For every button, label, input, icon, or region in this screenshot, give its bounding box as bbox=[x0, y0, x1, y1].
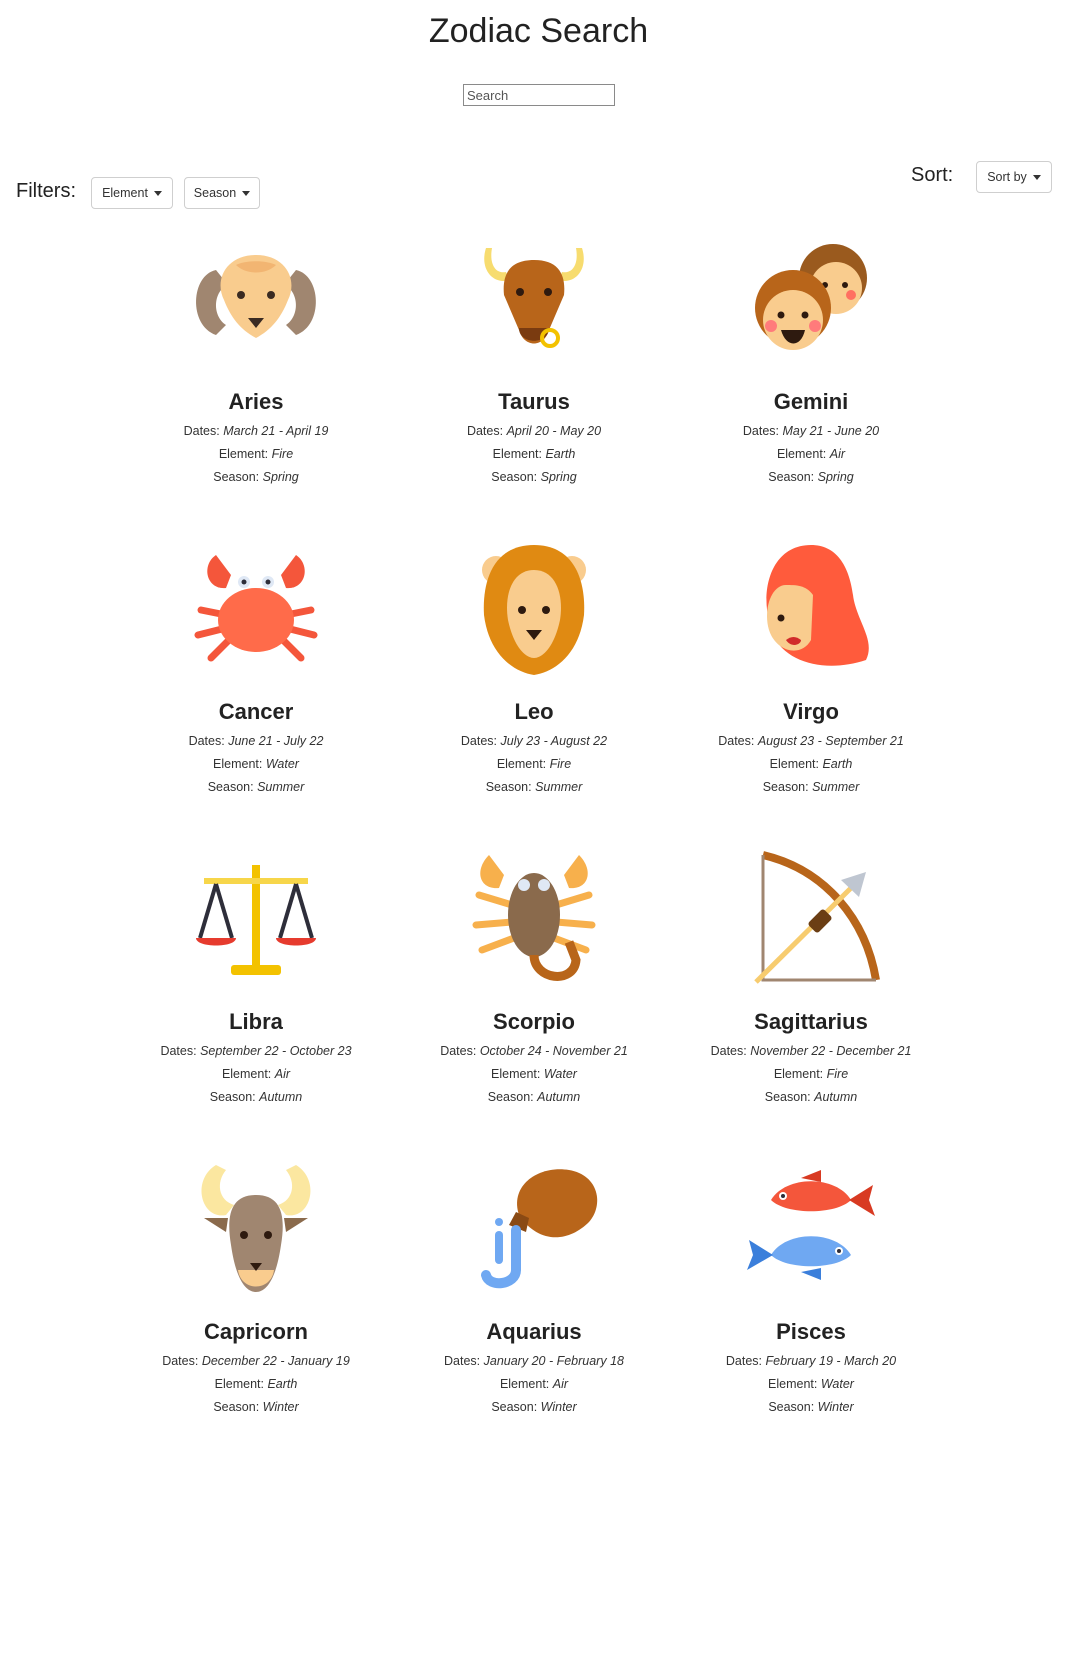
sign-card-pisces[interactable]: Pisces Dates: February 19 - March 20 Ele… bbox=[671, 1160, 951, 1415]
season-filter-dropdown[interactable]: Season bbox=[184, 177, 260, 209]
sign-name: Pisces bbox=[776, 1319, 846, 1344]
filters-label: Filters: bbox=[16, 180, 76, 202]
sign-season: Season: Summer bbox=[207, 780, 305, 794]
sign-dates: Dates: January 20 - February 18 bbox=[444, 1354, 624, 1368]
sign-element: Element: Water bbox=[768, 1377, 854, 1391]
sign-season: Season: Summer bbox=[485, 780, 583, 794]
sign-element: Element: Air bbox=[221, 1067, 291, 1081]
sign-name: Taurus bbox=[498, 389, 570, 414]
sign-dates: Dates: September 22 - October 23 bbox=[160, 1044, 352, 1058]
sign-dates: Dates: December 22 - January 19 bbox=[162, 1354, 350, 1368]
goat-icon bbox=[201, 1165, 311, 1292]
bow-arrow-icon bbox=[754, 851, 880, 984]
fish-icon bbox=[747, 1170, 875, 1280]
sort-dropdown[interactable]: Sort by bbox=[976, 161, 1052, 193]
ram-icon bbox=[196, 255, 316, 338]
sign-name: Gemini bbox=[773, 389, 849, 414]
sign-name: Capricorn bbox=[204, 1319, 308, 1344]
lion-icon bbox=[482, 545, 586, 675]
sign-card-sagittarius[interactable]: Sagittarius Dates: November 22 - Decembe… bbox=[671, 850, 951, 1105]
sign-element: Element: Water bbox=[213, 757, 299, 771]
search-input[interactable] bbox=[463, 84, 615, 106]
sign-name: Aquarius bbox=[486, 1319, 582, 1344]
sign-dates: Dates: March 21 - April 19 bbox=[183, 424, 329, 438]
sign-card-capricorn[interactable]: Capricorn Dates: December 22 - January 1… bbox=[116, 1160, 396, 1415]
bull-icon bbox=[484, 248, 584, 348]
sign-name: Leo bbox=[514, 699, 554, 724]
sign-dates: Dates: February 19 - March 20 bbox=[725, 1354, 897, 1368]
sign-name: Aries bbox=[228, 389, 284, 414]
sign-dates: Dates: May 21 - June 20 bbox=[742, 424, 880, 438]
sign-card-aquarius[interactable]: Aquarius Dates: January 20 - February 18… bbox=[394, 1160, 674, 1415]
sign-season: Season: Spring bbox=[768, 470, 854, 484]
sign-dates: Dates: November 22 - December 21 bbox=[710, 1044, 912, 1058]
sign-card-leo[interactable]: Leo Dates: July 23 - August 22 Element: … bbox=[394, 540, 674, 795]
sign-name: Sagittarius bbox=[754, 1009, 868, 1034]
sign-card-taurus[interactable]: Taurus Dates: April 20 - May 20 Element:… bbox=[394, 230, 674, 485]
sign-card-virgo[interactable]: Virgo Dates: August 23 - September 21 El… bbox=[671, 540, 951, 795]
sign-name: Cancer bbox=[218, 699, 294, 724]
scorpion-icon bbox=[472, 855, 596, 981]
sign-element: Element: Earth bbox=[214, 1377, 298, 1391]
sort-label: Sort: bbox=[911, 164, 954, 186]
page: Zodiac Search Filters: Element Season So… bbox=[0, 0, 1077, 1673]
sign-season: Season: Spring bbox=[213, 470, 299, 484]
sign-name: Libra bbox=[229, 1009, 283, 1034]
sign-season: Season: Autumn bbox=[487, 1090, 581, 1104]
sign-element: Element: Water bbox=[491, 1067, 577, 1081]
scales-icon bbox=[196, 865, 316, 975]
sort-button-label: Sort by bbox=[987, 170, 1027, 184]
sign-dates: Dates: August 23 - September 21 bbox=[718, 734, 904, 748]
sign-season: Season: Winter bbox=[213, 1400, 299, 1414]
page-title: Zodiac Search bbox=[428, 12, 649, 50]
sign-card-aries[interactable]: Aries Dates: March 21 - April 19 Element… bbox=[116, 230, 396, 485]
twins-icon bbox=[755, 244, 867, 350]
sign-element: Element: Air bbox=[776, 447, 846, 461]
crab-icon bbox=[194, 555, 318, 662]
sign-name: Virgo bbox=[783, 699, 839, 724]
sign-season: Season: Summer bbox=[762, 780, 860, 794]
sign-season: Season: Winter bbox=[491, 1400, 577, 1414]
element-filter-label: Element bbox=[102, 186, 148, 200]
sign-season: Season: Winter bbox=[768, 1400, 854, 1414]
caret-down-icon bbox=[242, 190, 251, 196]
sign-card-libra[interactable]: Libra Dates: September 22 - October 23 E… bbox=[116, 850, 396, 1105]
element-filter-dropdown[interactable]: Element bbox=[91, 177, 173, 209]
sign-element: Element: Fire bbox=[218, 447, 294, 461]
sign-season: Season: Autumn bbox=[764, 1090, 858, 1104]
water-jar-icon bbox=[481, 1169, 598, 1289]
caret-down-icon bbox=[1032, 174, 1041, 180]
sign-dates: Dates: July 23 - August 22 bbox=[460, 734, 608, 748]
caret-down-icon bbox=[153, 190, 162, 196]
sign-element: Element: Earth bbox=[492, 447, 576, 461]
sign-card-gemini[interactable]: Gemini Dates: May 21 - June 20 Element: … bbox=[671, 230, 951, 485]
sign-element: Element: Air bbox=[499, 1377, 569, 1391]
sign-season: Season: Spring bbox=[491, 470, 577, 484]
season-filter-label: Season bbox=[193, 186, 237, 200]
sign-season: Season: Autumn bbox=[209, 1090, 303, 1104]
maiden-icon bbox=[766, 545, 869, 666]
sign-card-cancer[interactable]: Cancer Dates: June 21 - July 22 Element:… bbox=[116, 540, 396, 795]
sign-dates: Dates: June 21 - July 22 bbox=[188, 734, 324, 748]
sign-element: Element: Earth bbox=[769, 757, 853, 771]
sign-dates: Dates: April 20 - May 20 bbox=[466, 424, 602, 438]
sign-dates: Dates: October 24 - November 21 bbox=[440, 1044, 628, 1058]
sign-name: Scorpio bbox=[493, 1009, 575, 1034]
sign-card-scorpio[interactable]: Scorpio Dates: October 24 - November 21 … bbox=[394, 850, 674, 1105]
sign-element: Element: Fire bbox=[773, 1067, 849, 1081]
sign-element: Element: Fire bbox=[496, 757, 572, 771]
